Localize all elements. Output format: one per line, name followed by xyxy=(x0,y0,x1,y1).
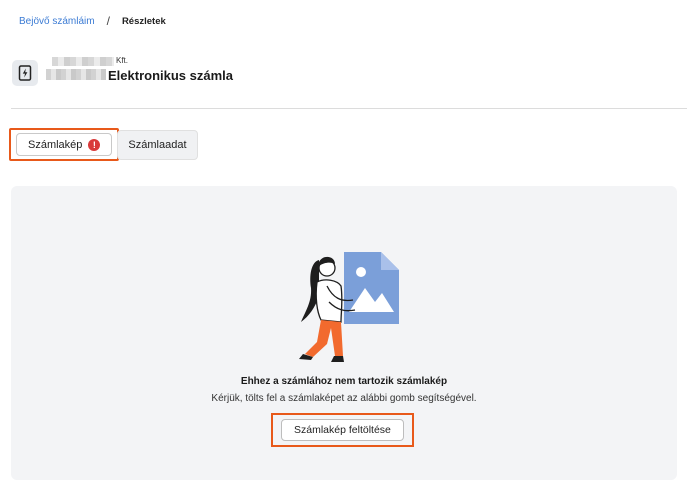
tab-highlight-frame: Számlakép ! xyxy=(9,128,120,161)
tab-invoice-image-label: Számlakép xyxy=(28,138,83,151)
tab-invoice-image[interactable]: Számlakép ! xyxy=(16,133,113,156)
woman-holding-image-illustration xyxy=(299,252,399,362)
company-suffix: Kft. xyxy=(116,56,129,65)
breadcrumb-current: Részletek xyxy=(121,15,166,27)
page: Bejövő számláim / Részletek Kft. Elektro… xyxy=(0,0,688,498)
redacted-invoice-number xyxy=(46,69,106,80)
invoice-header-text: Kft. Elektronikus számla xyxy=(46,56,326,89)
page-title: Elektronikus számla xyxy=(108,68,233,83)
tab-invoice-data[interactable]: Számlaadat xyxy=(117,129,198,160)
lightning-document-icon xyxy=(12,60,38,86)
invoice-image-panel: Ehhez a számlához nem tartozik számlakép… xyxy=(11,186,677,480)
empty-state-subtitle: Kérjük, tölts fel a számlaképet az alább… xyxy=(211,393,477,404)
upload-highlight-frame: Számlakép feltöltése xyxy=(271,413,414,447)
empty-state-title: Ehhez a számlához nem tartozik számlakép xyxy=(240,376,448,387)
breadcrumb-link-incoming-invoices[interactable]: Bejövő számláim xyxy=(19,16,95,27)
upload-illustration xyxy=(281,216,421,366)
invoice-header: Kft. Elektronikus számla xyxy=(12,56,326,89)
alert-icon: ! xyxy=(88,138,101,151)
tab-bar: Számlakép ! Számlaadat xyxy=(9,128,198,161)
redacted-company-name xyxy=(52,57,114,66)
upload-invoice-image-button[interactable]: Számlakép feltöltése xyxy=(281,419,404,441)
breadcrumb-separator: / xyxy=(106,14,110,28)
breadcrumb: Bejövő számláim / Részletek xyxy=(19,14,166,28)
header-divider xyxy=(11,108,687,109)
